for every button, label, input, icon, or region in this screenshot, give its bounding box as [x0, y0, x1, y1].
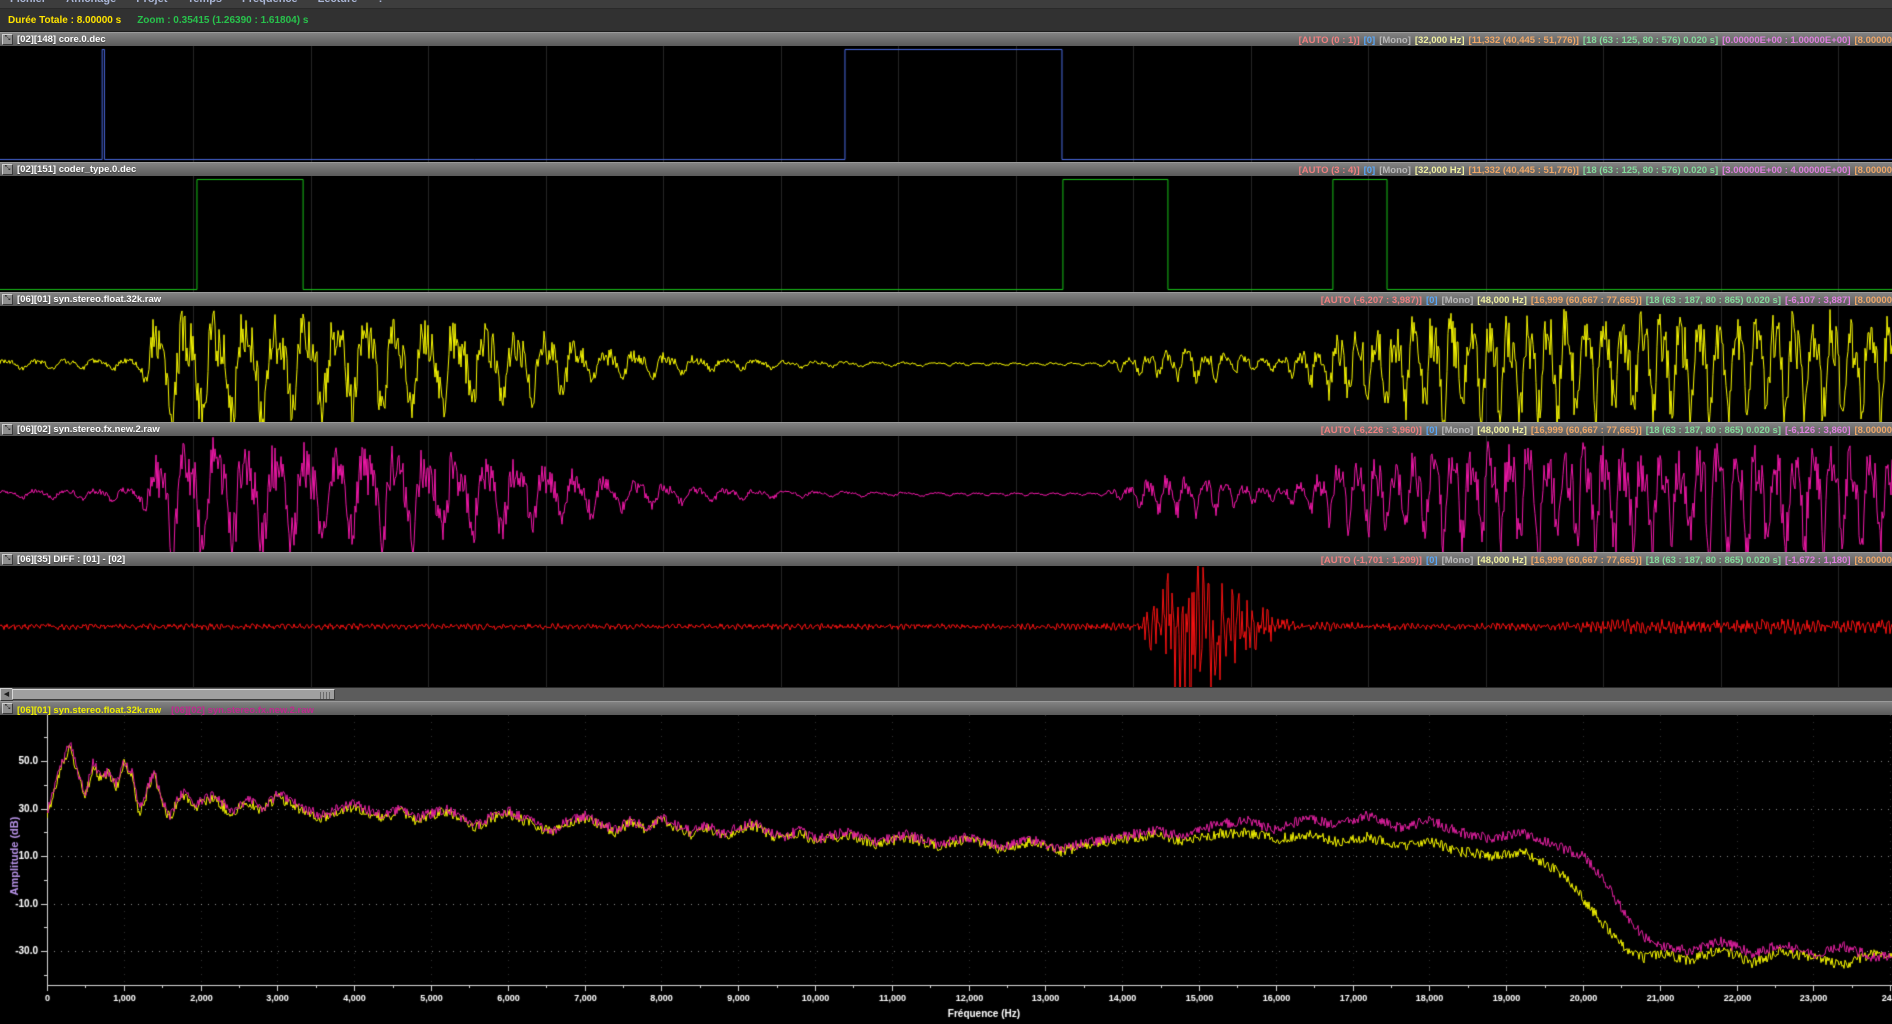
waveform-canvas[interactable]: [0, 46, 1892, 162]
status-segment: [18 (63 : 187, 80 : 865) 0.020 s]: [1646, 425, 1781, 436]
status-segment: [-6,107 : 3,887]: [1785, 295, 1850, 306]
status-segment: [AUTO (3 : 4)]: [1299, 165, 1360, 176]
track-collapse-icon[interactable]: ⤡: [2, 294, 13, 305]
status-segment: [18 (63 : 187, 80 : 865) 0.020 s]: [1646, 295, 1781, 306]
menu-item-fichier[interactable]: Fichier: [0, 0, 56, 7]
spectrum-legend-bar[interactable]: ⤡ [06][01] syn.stereo.float.32k.raw [06][…: [0, 701, 1892, 715]
track-waveform-area-1[interactable]: [0, 176, 1892, 292]
status-segment: [-6,126 : 3,860]: [1785, 425, 1850, 436]
waveform-canvas[interactable]: [0, 436, 1892, 552]
status-segment: [0]: [1426, 425, 1438, 436]
total-duration-label: Durée Totale : 8.00000 s: [8, 15, 121, 26]
track-waveform-area-4[interactable]: [0, 566, 1892, 687]
menu-item-projet[interactable]: Projet: [126, 0, 177, 7]
menu-item-lecture[interactable]: Lecture: [308, 0, 368, 7]
track-waveform-area-0[interactable]: [0, 46, 1892, 162]
track-status: [AUTO (-1,701 : 1,209)] [0] [Mono][48,000 …: [1317, 553, 1892, 566]
status-segment: [Mono]: [1379, 165, 1411, 176]
status-segment: [Mono]: [1442, 555, 1474, 566]
track-collapse-icon[interactable]: ⤡: [2, 164, 13, 175]
menu-item-?[interactable]: ?: [367, 0, 394, 7]
track-header-1[interactable]: ⤡ [02][151] coder_type.0.dec [AUTO (3 : 4)…: [0, 162, 1892, 176]
status-segment: [-1,672 : 1,180]: [1785, 555, 1850, 566]
spectrum-legend-label-1: [06][02] syn.stereo.fx.new.2.raw: [171, 705, 314, 716]
status-segment: [32,000 Hz]: [1415, 35, 1465, 46]
track-collapse-icon[interactable]: ⤡: [2, 34, 13, 45]
status-segment: [Mono]: [1442, 295, 1474, 306]
track-waveform-area-2[interactable]: [0, 306, 1892, 422]
status-segment: [48,000 Hz]: [1477, 295, 1527, 306]
status-segment: [8.00000: [1854, 165, 1892, 176]
status-segment: [0]: [1364, 165, 1376, 176]
scrollbar-thumb[interactable]: [12, 689, 335, 700]
track-status: [AUTO (-6,226 : 3,960)] [0] [Mono][48,000 …: [1317, 423, 1892, 436]
status-segment: [AUTO (-1,701 : 1,209)]: [1321, 555, 1422, 566]
track-waveform-area-3[interactable]: [0, 436, 1892, 552]
track-header-2[interactable]: ⤡ [06][01] syn.stereo.float.32k.raw [AUTO …: [0, 292, 1892, 306]
track-title: [06][02] syn.stereo.fx.new.2.raw: [17, 424, 160, 435]
track-collapse-icon[interactable]: ⤡: [2, 554, 13, 565]
status-segment: [Mono]: [1379, 35, 1411, 46]
status-segment: [8.00000: [1854, 555, 1892, 566]
spectrum-legend-label-0: [06][01] syn.stereo.float.32k.raw: [17, 705, 161, 716]
track-status: [AUTO (3 : 4)] [0][Mono] [32,000 Hz] [11,33…: [1295, 163, 1892, 176]
status-segment: [0]: [1426, 295, 1438, 306]
track-status: [AUTO (0 : 1)] [0][Mono] [32,000 Hz] [11,33…: [1295, 33, 1892, 46]
menu-item-frquence[interactable]: Fréquence: [232, 0, 308, 7]
status-segment: [48,000 Hz]: [1477, 425, 1527, 436]
track-title: [06][35] DIFF : [01] - [02]: [17, 554, 125, 565]
track-collapse-icon[interactable]: ⤡: [2, 424, 13, 435]
status-segment: [AUTO (0 : 1)]: [1299, 35, 1360, 46]
waveform-canvas[interactable]: [0, 306, 1892, 422]
info-bar: Durée Totale : 8.00000 s Zoom : 0.35415 …: [0, 9, 1892, 32]
status-segment: [AUTO (-6,207 : 3,987)]: [1321, 295, 1422, 306]
status-segment: [32,000 Hz]: [1415, 165, 1465, 176]
status-segment: [3.00000E+00 : 4.00000E+00]: [1722, 165, 1850, 176]
track-title: [02][151] coder_type.0.dec: [17, 164, 136, 175]
panel-resize-icon[interactable]: ⤡: [2, 703, 13, 714]
status-segment: [0.00000E+00 : 1.00000E+00]: [1722, 35, 1850, 46]
audio-analysis-window: FichierAffichageProjetTempsFréquenceLect…: [0, 0, 1892, 1024]
status-segment: [Mono]: [1442, 425, 1474, 436]
track-header-4[interactable]: ⤡ [06][35] DIFF : [01] - [02] [AUTO (-1,70…: [0, 552, 1892, 566]
status-segment: [18 (63 : 187, 80 : 865) 0.020 s]: [1646, 555, 1781, 566]
status-segment: [11,332 (40,445 : 51,776)]: [1469, 35, 1579, 46]
status-segment: [0]: [1364, 35, 1376, 46]
status-segment: [18 (63 : 125, 80 : 576) 0.020 s]: [1583, 35, 1718, 46]
status-segment: [48,000 Hz]: [1477, 555, 1527, 566]
status-segment: [8.00000: [1854, 295, 1892, 306]
track-status: [AUTO (-6,207 : 3,987)] [0] [Mono][48,000 …: [1317, 293, 1892, 306]
spectrum-plot-canvas[interactable]: [0, 715, 1892, 1020]
zoom-range-label: Zoom : 0.35415 (1.26390 : 1.61804) s: [137, 15, 308, 26]
track-title: [06][01] syn.stereo.float.32k.raw: [17, 294, 161, 305]
status-segment: [8.00000: [1854, 425, 1892, 436]
menu-item-temps[interactable]: Temps: [177, 0, 232, 7]
status-segment: [11,332 (40,445 : 51,776)]: [1469, 165, 1579, 176]
status-segment: [18 (63 : 125, 80 : 576) 0.020 s]: [1583, 165, 1718, 176]
scrollbar-grip-icon: [320, 692, 330, 699]
waveform-canvas[interactable]: [0, 566, 1892, 687]
status-segment: [16,999 (60,667 : 77,665)]: [1531, 295, 1642, 306]
track-header-3[interactable]: ⤡ [06][02] syn.stereo.fx.new.2.raw [AUTO (…: [0, 422, 1892, 436]
status-segment: [16,999 (60,667 : 77,665)]: [1531, 555, 1642, 566]
spectrum-panel[interactable]: [0, 715, 1892, 1024]
horizontal-scrollbar[interactable]: ◀: [0, 687, 1892, 701]
status-segment: [AUTO (-6,226 : 3,960)]: [1321, 425, 1422, 436]
status-segment: [8.00000: [1854, 35, 1892, 46]
status-segment: [0]: [1426, 555, 1438, 566]
menu-bar: FichierAffichageProjetTempsFréquenceLect…: [0, 0, 1892, 9]
menu-item-affichage[interactable]: Affichage: [56, 0, 126, 7]
status-segment: [16,999 (60,667 : 77,665)]: [1531, 425, 1642, 436]
track-title: [02][148] core.0.dec: [17, 34, 106, 45]
track-header-0[interactable]: ⤡ [02][148] core.0.dec [AUTO (0 : 1)] [0][M…: [0, 32, 1892, 46]
track-stack: ⤡[02][148] core.0.dec[AUTO (0 : 1)][0][M…: [0, 32, 1892, 687]
waveform-canvas[interactable]: [0, 176, 1892, 292]
